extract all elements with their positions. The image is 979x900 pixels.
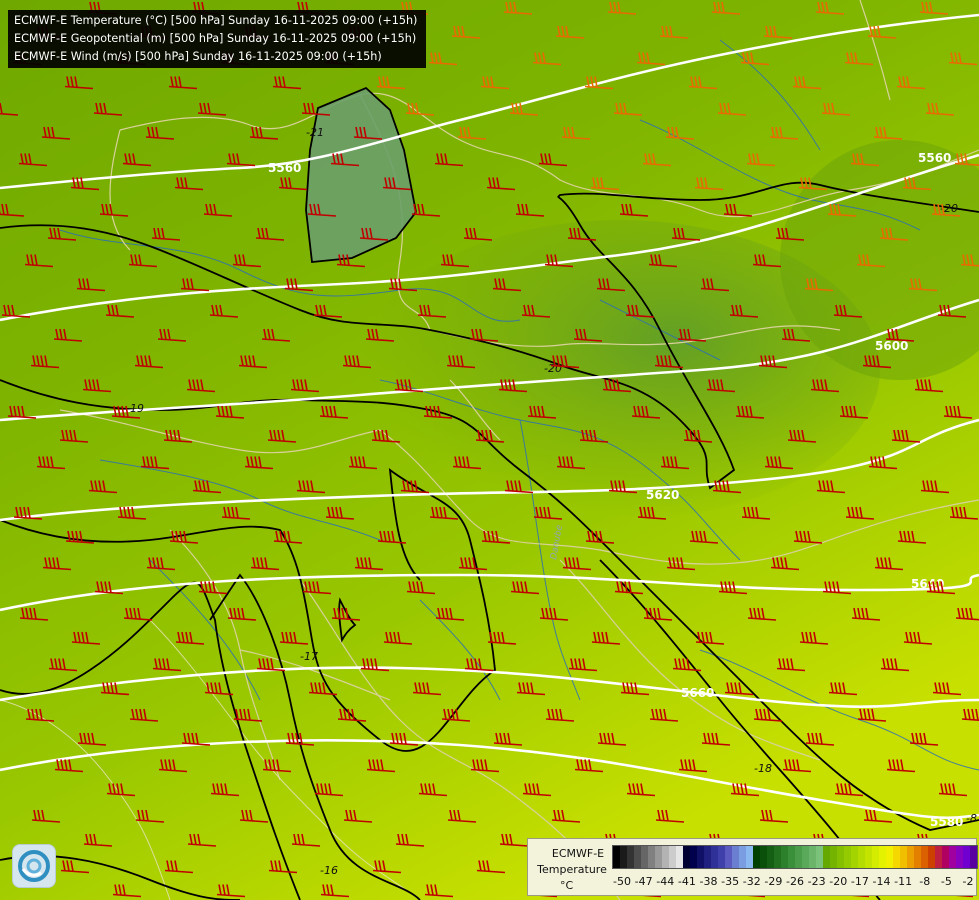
color-swatch	[956, 846, 963, 868]
svg-text:-16: -16	[320, 864, 338, 877]
title-wind: ECMWF-E Wind (m/s) [500 hPa] Sunday 16-1…	[14, 50, 382, 63]
svg-text:5560: 5560	[268, 161, 301, 175]
color-swatch	[865, 846, 872, 868]
color-swatch	[879, 846, 886, 868]
color-swatch	[711, 846, 718, 868]
color-swatch	[963, 846, 970, 868]
legend-tick: -26	[786, 875, 804, 888]
legend-model: ECMWF-E	[551, 847, 605, 860]
svg-text:5580: 5580	[930, 815, 963, 829]
color-swatch	[823, 846, 830, 868]
color-swatch	[886, 846, 893, 868]
color-swatch	[907, 846, 914, 868]
color-swatch	[942, 846, 949, 868]
color-swatch	[844, 846, 851, 868]
legend-tick: -8	[919, 875, 931, 888]
color-swatch	[837, 846, 844, 868]
svg-text:5620: 5620	[646, 488, 679, 502]
svg-text:-19: -19	[126, 402, 144, 415]
color-swatch	[781, 846, 788, 868]
color-swatch	[774, 846, 781, 868]
color-swatch	[935, 846, 942, 868]
title-geopotential: ECMWF-E Geopotential (m) [500 hPa] Sunda…	[14, 32, 417, 45]
svg-text:-21: -21	[306, 126, 324, 139]
color-swatch	[893, 846, 900, 868]
color-swatch	[648, 846, 655, 868]
color-swatch	[655, 846, 662, 868]
color-scale	[612, 845, 978, 869]
legend-variable: Temperature	[537, 863, 607, 876]
legend-tick: -38	[699, 875, 718, 888]
legend-tick: -11	[894, 875, 913, 888]
legend-tick: -47	[634, 875, 653, 888]
color-swatch	[788, 846, 795, 868]
color-swatch	[858, 846, 865, 868]
ecmwf-logo-icon	[12, 844, 56, 888]
color-swatch	[697, 846, 704, 868]
color-swatch	[676, 846, 683, 868]
legend-tick: -5	[940, 875, 952, 888]
color-swatch	[795, 846, 802, 868]
color-swatch	[739, 846, 746, 868]
color-swatch	[662, 846, 669, 868]
svg-text:5560: 5560	[918, 151, 951, 165]
color-swatch	[921, 846, 928, 868]
title-box: ECMWF-E Temperature (°C) [500 hPa] Sunda…	[8, 10, 426, 68]
legend-tick: -17	[850, 875, 869, 888]
color-swatch	[900, 846, 907, 868]
color-swatch	[613, 846, 620, 868]
color-swatch	[634, 846, 641, 868]
legend-tick: -14	[872, 875, 891, 888]
legend-tick: -44	[656, 875, 675, 888]
color-swatch	[872, 846, 879, 868]
color-swatch	[767, 846, 774, 868]
color-swatch	[830, 846, 837, 868]
color-swatch	[641, 846, 648, 868]
legend-tick: -2	[962, 875, 974, 888]
color-swatch	[760, 846, 767, 868]
svg-text:5660: 5660	[681, 686, 714, 700]
color-swatch	[683, 846, 690, 868]
color-swatch	[746, 846, 753, 868]
color-swatch	[809, 846, 816, 868]
color-swatch	[816, 846, 823, 868]
color-swatch	[725, 846, 732, 868]
legend-tick: -23	[807, 875, 826, 888]
svg-text:-17: -17	[300, 650, 318, 663]
color-swatch	[627, 846, 634, 868]
color-swatch	[970, 846, 977, 868]
color-swatch	[851, 846, 858, 868]
color-scale-ticks: -50 -47 -44 -41 -38 -35 -32 -29 -26 -23 -20 -17 -14-…	[612, 875, 974, 889]
legend-unit: °C	[560, 879, 574, 892]
svg-text:-8: -8	[966, 812, 977, 825]
color-swatch	[732, 846, 739, 868]
color-swatch	[914, 846, 921, 868]
color-swatch	[753, 846, 760, 868]
color-swatch	[928, 846, 935, 868]
color-swatch	[802, 846, 809, 868]
color-swatch	[704, 846, 711, 868]
weather-map[interactable]: 5560 5560 5600 5620 5640 5660 5580 -20 -…	[0, 0, 979, 900]
temperature-legend: ECMWF-E Temperature °C -50 -47 -44 -41 -38 -3…	[527, 838, 978, 896]
legend-tick: -50	[613, 875, 631, 888]
legend-tick: -32	[742, 875, 761, 888]
color-swatch	[718, 846, 725, 868]
legend-tick: -29	[764, 875, 783, 888]
svg-text:5640: 5640	[911, 577, 944, 591]
title-temperature: ECMWF-E Temperature (°C) [500 hPa] Sunda…	[14, 14, 418, 27]
svg-text:-18: -18	[754, 762, 772, 775]
color-swatch	[620, 846, 627, 868]
color-swatch	[949, 846, 956, 868]
svg-text:5600: 5600	[875, 339, 908, 353]
legend-tick: -41	[677, 875, 696, 888]
color-swatch	[690, 846, 697, 868]
legend-tick: -20	[829, 875, 848, 888]
color-swatch	[669, 846, 676, 868]
legend-tick: -35	[721, 875, 740, 888]
